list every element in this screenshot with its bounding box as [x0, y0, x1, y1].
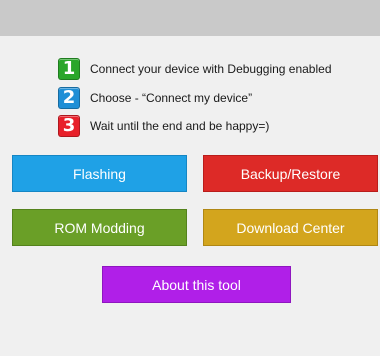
step-2: 2 Choose - “Connect my device” — [58, 87, 252, 109]
title-bar — [0, 0, 380, 36]
rom-modding-button[interactable]: ROM Modding — [12, 209, 187, 246]
step-1: 1 Connect your device with Debugging ena… — [58, 58, 332, 80]
main-panel — [0, 36, 380, 356]
step-3-text: Wait until the end and be happy=) — [90, 119, 270, 133]
step-3-number-icon: 3 — [58, 115, 80, 137]
step-1-number-icon: 1 — [58, 58, 80, 80]
step-2-text: Choose - “Connect my device” — [90, 91, 253, 105]
backup-restore-button[interactable]: Backup/Restore — [203, 155, 378, 192]
step-3: 3 Wait until the end and be happy=) — [58, 115, 269, 137]
about-button[interactable]: About this tool — [102, 266, 291, 303]
flashing-button[interactable]: Flashing — [12, 155, 187, 192]
step-2-number-icon: 2 — [58, 87, 80, 109]
step-1-text: Connect your device with Debugging enabl… — [90, 62, 332, 76]
download-center-button[interactable]: Download Center — [203, 209, 378, 246]
